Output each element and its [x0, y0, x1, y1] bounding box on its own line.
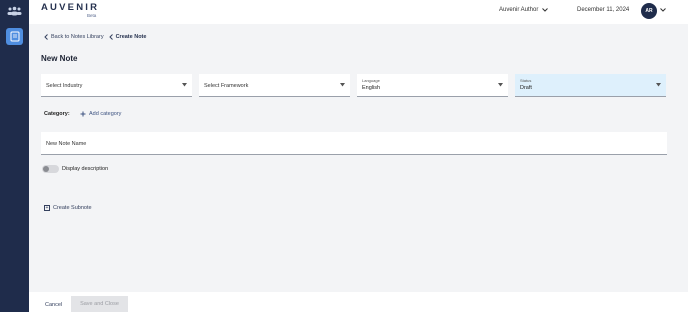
save-and-close-button[interactable]: Save and Close — [71, 296, 128, 312]
notes-library-icon[interactable] — [6, 28, 23, 45]
page-title: New Note — [41, 54, 78, 63]
language-label: Language — [362, 78, 380, 83]
team-icon[interactable] — [7, 6, 22, 16]
status-value: Draft — [520, 85, 532, 91]
language-value: English — [362, 85, 381, 91]
dropdown-caret-icon — [182, 83, 187, 87]
language-select[interactable]: Language English — [357, 74, 508, 97]
dropdown-caret-icon — [656, 83, 661, 87]
top-header: AUVENIR Beta Auvenir Author December 11,… — [29, 0, 688, 24]
add-category-button[interactable]: Add category — [80, 111, 121, 117]
note-name-input[interactable]: New Note Name — [41, 132, 667, 155]
user-avatar[interactable]: AR — [641, 3, 657, 19]
create-subnote-button[interactable]: + Create Subnote — [44, 205, 92, 211]
framework-placeholder: Select Framework — [204, 83, 249, 89]
left-nav-rail — [0, 0, 29, 312]
dropdown-caret-icon — [340, 83, 345, 87]
cancel-button[interactable]: Cancel — [45, 302, 62, 308]
chevron-down-icon[interactable] — [660, 8, 666, 12]
add-category-label: Add category — [89, 111, 122, 117]
plus-icon — [80, 111, 86, 117]
industry-placeholder: Select Industry — [46, 83, 83, 89]
display-description-toggle[interactable] — [42, 165, 59, 173]
note-name-placeholder: New Note Name — [46, 141, 87, 147]
display-description-label: Display description — [62, 166, 109, 172]
beta-badge: Beta — [87, 13, 97, 18]
back-to-library-link[interactable]: Back to Notes Library — [51, 34, 104, 40]
status-label: Status — [520, 78, 532, 83]
create-subnote-label: Create Subnote — [53, 205, 92, 211]
add-box-icon: + — [44, 205, 50, 211]
footer-bar: Cancel Save and Close — [29, 292, 688, 312]
chevron-down-icon — [542, 8, 549, 12]
toggle-knob — [43, 166, 49, 172]
breadcrumb: Back to Notes Library Create Note — [44, 34, 146, 40]
status-select[interactable]: Status Draft — [515, 74, 666, 97]
app-logo[interactable]: AUVENIR — [41, 2, 99, 13]
current-date: December 11, 2024 — [577, 7, 630, 13]
chevron-left-icon — [108, 34, 113, 40]
industry-select[interactable]: Select Industry — [41, 74, 192, 97]
role-label: Auvenir Author — [499, 7, 539, 13]
dropdown-caret-icon — [498, 83, 503, 87]
category-label: Category: — [44, 111, 70, 117]
framework-select[interactable]: Select Framework — [199, 74, 350, 97]
breadcrumb-current: Create Note — [115, 34, 147, 40]
chevron-left-icon — [44, 34, 48, 40]
role-selector[interactable]: Auvenir Author — [499, 7, 549, 13]
